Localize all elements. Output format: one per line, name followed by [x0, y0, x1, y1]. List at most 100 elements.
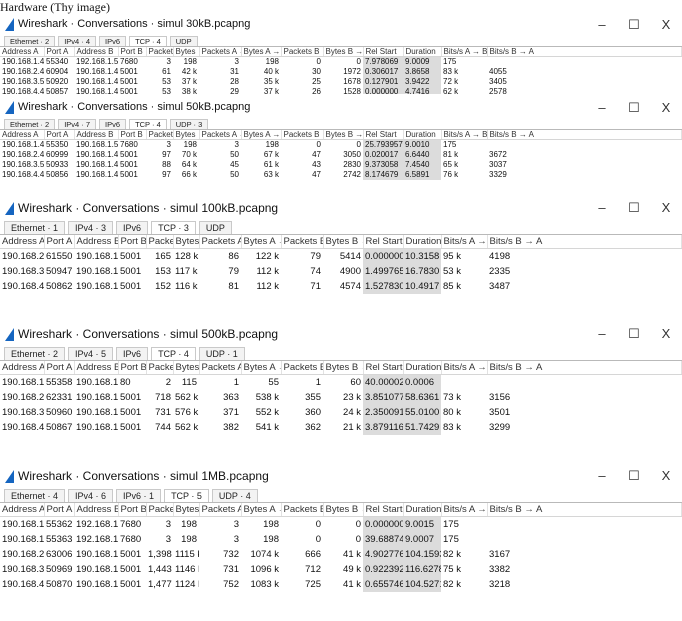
maximize-button[interactable]: ☐	[618, 14, 650, 36]
column-header-packets-a-to-b[interactable]: Packets A → B	[199, 130, 242, 140]
column-header-bits-s-a-to-b[interactable]: Bits/s A → B	[441, 47, 488, 57]
tab-ipv4[interactable]: IPv4 · 7	[58, 119, 97, 129]
column-header-address-a[interactable]: Address A	[0, 235, 45, 249]
column-header-bytes-b-to-a[interactable]: Bytes B → A	[323, 503, 364, 517]
tab-ipv4[interactable]: IPv4 · 5	[68, 347, 114, 360]
table-row[interactable]: 190.168.3.5050933 190.168.1.405001 88 64 k 4…	[0, 159, 682, 170]
column-header-duration[interactable]: Duration	[403, 503, 442, 517]
tab-ipv4[interactable]: IPv4 · 3	[68, 221, 114, 234]
tab-ipv6[interactable]: IPv6 · 1	[116, 489, 162, 502]
tab-udp[interactable]: UDP · 4	[211, 489, 258, 502]
close-button[interactable]: X	[650, 97, 682, 119]
tab-tcp[interactable]: TCP · 4	[151, 347, 196, 360]
tab-udp[interactable]: UDP · 3	[169, 119, 209, 129]
tab-udp[interactable]: UDP · 1	[198, 347, 245, 360]
minimize-button[interactable]: –	[586, 14, 618, 36]
tab-tcp[interactable]: TCP · 3	[151, 221, 196, 234]
column-header-bytes-b-to-a[interactable]: Bytes B → A	[323, 47, 364, 57]
table-row[interactable]: 190.168.4.4050867190.168.1.405001 744 562 …	[0, 419, 682, 435]
table-row[interactable]: 190.168.1.4055358190.168.1.1080 2 115 1 55 1 6…	[0, 374, 682, 390]
tab-ipv6[interactable]: IPv6	[99, 119, 127, 129]
column-header-bytes[interactable]: Bytes	[173, 47, 200, 57]
column-header-bytes-a-to-b[interactable]: Bytes A → B	[241, 130, 282, 140]
tab-ethernet[interactable]: Ethernet · 2	[4, 36, 56, 46]
column-header-address-b[interactable]: Address B	[74, 235, 119, 249]
maximize-button[interactable]: ☐	[618, 97, 650, 119]
column-header-packets-a-to-b[interactable]: Packets A → B	[199, 47, 242, 57]
table-row[interactable]: 190.168.1.4055362192.168.1.537680 3 198 3 19…	[0, 516, 682, 532]
table-row[interactable]: 190.168.2.4062331190.168.1.405001 718 562 …	[0, 389, 682, 405]
column-header-duration[interactable]: Duration	[403, 235, 442, 249]
column-header-port-a[interactable]: Port A	[44, 503, 75, 517]
table-row[interactable]: 190.168.3.5050969190.168.1.4050011,44311…	[0, 561, 682, 577]
tab-ipv4[interactable]: IPv4 · 6	[68, 489, 114, 502]
column-header-port-b[interactable]: Port B	[118, 235, 147, 249]
column-header-bytes[interactable]: Bytes	[173, 503, 200, 517]
column-header-bytes-a-to-b[interactable]: Bytes A → B	[241, 361, 282, 375]
table-row[interactable]: 190.168.1.4055350 190.168.1.537680 3 198 3 19…	[0, 139, 682, 150]
column-header-rel-start[interactable]: Rel Start	[363, 361, 404, 375]
column-header-bytes-a-to-b[interactable]: Bytes A → B	[241, 235, 282, 249]
column-header-duration[interactable]: Duration	[403, 47, 442, 57]
table-row[interactable]: 190.168.4.4050857 190.168.1.405001 53 38 k 2…	[0, 86, 682, 94]
column-header-port-a[interactable]: Port A	[44, 47, 75, 57]
column-header-bytes-b-to-a[interactable]: Bytes B → A	[323, 130, 364, 140]
tab-ipv6[interactable]: IPv6	[99, 36, 127, 46]
maximize-button[interactable]: ☐	[618, 465, 650, 487]
column-header-port-b[interactable]: Port B	[118, 503, 147, 517]
column-header-packets-b-to-a[interactable]: Packets B → A	[281, 47, 324, 57]
column-header-port-b[interactable]: Port B	[118, 47, 147, 57]
column-header-bytes[interactable]: Bytes	[173, 361, 200, 375]
column-header-packets-a-to-b[interactable]: Packets A → B	[199, 235, 242, 249]
column-header-packets[interactable]: Packets	[146, 47, 174, 57]
column-header-bits-s-b-to-a[interactable]: Bits/s B → A	[487, 47, 682, 57]
table-row[interactable]: 190.168.4.4050856 190.168.1.405001 97 66 k 5…	[0, 169, 682, 180]
column-header-rel-start[interactable]: Rel Start	[363, 235, 404, 249]
tab-tcp[interactable]: TCP · 4	[129, 119, 167, 129]
maximize-button[interactable]: ☐	[618, 323, 650, 345]
column-header-packets[interactable]: Packets	[146, 503, 174, 517]
table-row[interactable]: 190.168.2.4061550190.168.1.405001 165 128 …	[0, 248, 682, 264]
close-button[interactable]: X	[650, 323, 682, 345]
column-header-duration[interactable]: Duration	[403, 361, 442, 375]
tab-udp[interactable]: UDP	[169, 36, 198, 46]
column-header-bits-s-b-to-a[interactable]: Bits/s B → A	[487, 130, 682, 140]
column-header-bits-s-b-to-a[interactable]: Bits/s B → A	[487, 361, 682, 375]
tab-udp[interactable]: UDP	[198, 221, 232, 234]
table-row[interactable]: 190.168.1.4055363192.168.1.537680 3 198 3 19…	[0, 531, 682, 547]
table-row[interactable]: 190.168.3.5050960190.168.1.405001 731 576 …	[0, 404, 682, 420]
tab-tcp[interactable]: TCP · 5	[164, 489, 209, 502]
column-header-port-b[interactable]: Port B	[118, 130, 147, 140]
minimize-button[interactable]: –	[586, 465, 618, 487]
table-row[interactable]: 190.168.3.5050947190.168.1.405001 153 117 …	[0, 263, 682, 279]
tab-ethernet[interactable]: Ethernet · 2	[4, 119, 56, 129]
column-header-address-a[interactable]: Address A	[0, 47, 45, 57]
column-header-bits-s-b-to-a[interactable]: Bits/s B → A	[487, 503, 682, 517]
minimize-button[interactable]: –	[586, 97, 618, 119]
minimize-button[interactable]: –	[586, 323, 618, 345]
close-button[interactable]: X	[650, 465, 682, 487]
column-header-bytes-a-to-b[interactable]: Bytes A → B	[241, 503, 282, 517]
tab-ethernet[interactable]: Ethernet · 4	[4, 489, 66, 502]
minimize-button[interactable]: –	[586, 197, 618, 219]
close-button[interactable]: X	[650, 197, 682, 219]
column-header-address-a[interactable]: Address A	[0, 503, 45, 517]
column-header-bytes-b-to-a[interactable]: Bytes B → A	[323, 361, 364, 375]
column-header-address-b[interactable]: Address B	[74, 47, 119, 57]
column-header-rel-start[interactable]: Rel Start	[363, 130, 404, 140]
column-header-packets[interactable]: Packets	[146, 361, 174, 375]
column-header-packets[interactable]: Packets	[146, 130, 174, 140]
column-header-port-a[interactable]: Port A	[44, 361, 75, 375]
table-row[interactable]: 190.168.4.4050870190.168.1.405001 1,47711…	[0, 576, 682, 592]
column-header-port-b[interactable]: Port B	[118, 361, 147, 375]
maximize-button[interactable]: ☐	[618, 197, 650, 219]
column-header-address-a[interactable]: Address A	[0, 130, 45, 140]
close-button[interactable]: X	[650, 14, 682, 36]
column-header-address-a[interactable]: Address A	[0, 361, 45, 375]
tab-ethernet[interactable]: Ethernet · 2	[4, 347, 66, 360]
column-header-bits-s-a-to-b[interactable]: Bits/s A → B	[441, 130, 488, 140]
column-header-port-a[interactable]: Port A	[44, 130, 75, 140]
tab-ipv6[interactable]: IPv6	[116, 221, 149, 234]
column-header-rel-start[interactable]: Rel Start	[363, 47, 404, 57]
table-row[interactable]: 190.168.4.4050862190.168.1.405001 152 116 …	[0, 278, 682, 294]
